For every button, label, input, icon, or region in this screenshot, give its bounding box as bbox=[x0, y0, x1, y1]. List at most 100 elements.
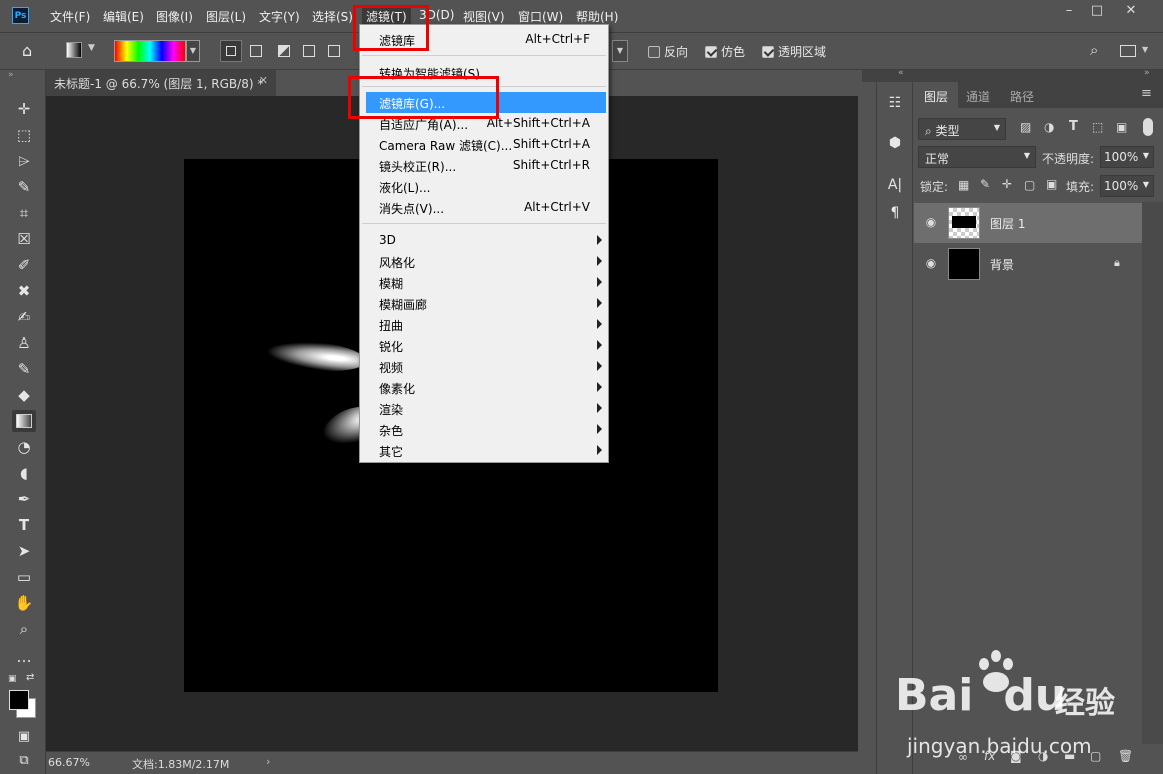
menu-image[interactable]: 图像(I) bbox=[156, 8, 193, 25]
history-panel-icon[interactable]: ☷ bbox=[885, 92, 905, 114]
angle-gradient-button[interactable] bbox=[278, 45, 290, 57]
submenu-video[interactable]: 视频 bbox=[360, 356, 608, 377]
menu-select[interactable]: 选择(S) bbox=[312, 8, 353, 25]
eraser-tool-icon[interactable]: ◆ bbox=[12, 384, 36, 406]
radial-gradient-button[interactable] bbox=[250, 45, 262, 57]
type-tool-icon[interactable]: T bbox=[12, 514, 36, 536]
layer-filter-dropdown[interactable]: ⌕ 类型 ▼ bbox=[918, 118, 1006, 140]
lock-position-icon[interactable]: ✛ bbox=[1002, 177, 1012, 191]
submenu-sharpen[interactable]: 锐化 bbox=[360, 335, 608, 356]
submenu-3d[interactable]: 3D bbox=[360, 230, 608, 251]
eyedropper-tool-icon[interactable]: ✐ bbox=[12, 254, 36, 276]
panel-menu-icon[interactable]: ≡ bbox=[1141, 86, 1152, 101]
tab-channels[interactable]: 通道 bbox=[966, 88, 990, 105]
restore-icon[interactable]: □ bbox=[1084, 4, 1110, 20]
collapse-dock-icon[interactable]: » bbox=[1144, 68, 1150, 78]
filter-shape-icon[interactable]: ⬚ bbox=[1092, 120, 1103, 134]
document-tab[interactable]: 未标题-1 @ 66.7% (图层 1, RGB/8) * ✕ bbox=[46, 70, 276, 96]
layer-name[interactable]: 图层 1 bbox=[990, 215, 1025, 232]
pen-tool-icon[interactable]: ✒ bbox=[12, 488, 36, 510]
close-icon[interactable]: ✕ bbox=[1118, 4, 1144, 20]
workspace-icon[interactable] bbox=[1120, 45, 1136, 57]
dither-option[interactable]: 仿色 bbox=[705, 43, 745, 60]
mode-dropdown-icon[interactable]: ▼ bbox=[612, 40, 628, 62]
marquee-tool-icon[interactable]: ⬚ bbox=[12, 124, 36, 146]
blur-tool-icon[interactable]: ◔ bbox=[12, 436, 36, 458]
vanishing-point[interactable]: 消失点(V)... Alt+Ctrl+V bbox=[360, 197, 608, 218]
diamond-gradient-button[interactable] bbox=[328, 45, 340, 57]
submenu-pixelate[interactable]: 像素化 bbox=[360, 377, 608, 398]
tab-layers[interactable]: 图层 bbox=[924, 88, 948, 105]
screen-mode-icon[interactable]: ⧉ bbox=[12, 750, 36, 772]
submenu-blur[interactable]: 模糊 bbox=[360, 272, 608, 293]
quick-selection-tool-icon[interactable]: ✎ bbox=[12, 176, 36, 198]
submenu-other[interactable]: 其它 bbox=[360, 440, 608, 461]
menu-help[interactable]: 帮助(H) bbox=[576, 8, 618, 25]
menu-file[interactable]: 文件(F) bbox=[50, 8, 90, 25]
submenu-noise[interactable]: 杂色 bbox=[360, 419, 608, 440]
dodge-tool-icon[interactable]: ◖ bbox=[12, 462, 36, 484]
lock-transparent-icon[interactable]: ▦ bbox=[958, 178, 969, 192]
status-menu-arrow-icon[interactable]: › bbox=[266, 755, 270, 768]
dither-checkbox[interactable] bbox=[705, 45, 717, 58]
opacity-field[interactable]: 100% ▼ bbox=[1100, 146, 1154, 168]
clone-stamp-tool-icon[interactable]: ♙ bbox=[12, 332, 36, 354]
zoom-level[interactable]: 66.67% bbox=[48, 756, 90, 769]
healing-brush-tool-icon[interactable]: ✖ bbox=[12, 280, 36, 302]
move-tool-icon[interactable]: ✛ bbox=[12, 98, 36, 120]
3d-panel-icon[interactable]: ⬢ bbox=[885, 132, 905, 154]
filter-type-icon[interactable]: T bbox=[1069, 119, 1078, 134]
hand-tool-icon[interactable]: ✋ bbox=[12, 592, 36, 614]
fill-field[interactable]: 100% ▼ bbox=[1100, 175, 1154, 197]
paragraph-panel-icon[interactable]: ¶ bbox=[885, 202, 905, 224]
home-icon[interactable]: ⌂ bbox=[22, 41, 32, 60]
character-panel-icon[interactable]: A| bbox=[885, 174, 905, 196]
reflected-gradient-button[interactable] bbox=[303, 45, 315, 57]
menu-edit[interactable]: 编辑(E) bbox=[103, 8, 144, 25]
collapse-arrows-icon[interactable]: » bbox=[8, 70, 14, 80]
transparency-checkbox[interactable] bbox=[762, 45, 774, 58]
filter-toggle[interactable] bbox=[1143, 118, 1153, 136]
submenu-blur-gallery[interactable]: 模糊画廊 bbox=[360, 293, 608, 314]
layer-row-1[interactable]: ◉ 图层 1 bbox=[914, 203, 1142, 243]
filter-adjustment-icon[interactable]: ◑ bbox=[1044, 120, 1054, 134]
tab-paths[interactable]: 路径 bbox=[1010, 88, 1034, 105]
lens-correction[interactable]: 镜头校正(R)... Shift+Ctrl+R bbox=[360, 155, 608, 176]
filter-smart-object-icon[interactable]: ▣ bbox=[1116, 120, 1127, 134]
history-brush-tool-icon[interactable]: ✎ bbox=[12, 358, 36, 380]
menu-layer[interactable]: 图层(L) bbox=[206, 8, 246, 25]
lock-image-icon[interactable]: ✎ bbox=[980, 177, 990, 191]
lasso-tool-icon[interactable]: ⌲ bbox=[12, 150, 36, 172]
blend-mode-dropdown[interactable]: 正常 ▼ bbox=[918, 146, 1036, 168]
brush-tool-icon[interactable]: ✍ bbox=[12, 306, 36, 328]
path-selection-tool-icon[interactable]: ➤ bbox=[12, 540, 36, 562]
eye-icon[interactable]: ◉ bbox=[924, 256, 938, 270]
swap-colors-icon[interactable]: ⇄ bbox=[26, 672, 34, 683]
close-document-icon[interactable]: ✕ bbox=[259, 74, 268, 87]
submenu-stylize[interactable]: 风格化 bbox=[360, 251, 608, 272]
collapse-panel-icon[interactable]: « bbox=[898, 68, 904, 78]
filter-pixel-icon[interactable]: ▨ bbox=[1020, 120, 1031, 134]
frame-tool-icon[interactable]: ☒ bbox=[12, 228, 36, 250]
gradient-picker[interactable] bbox=[114, 40, 186, 62]
menu-view[interactable]: 视图(V) bbox=[463, 8, 505, 25]
layer-row-background[interactable]: ◉ 背景 🔒︎ bbox=[914, 244, 1142, 284]
crop-tool-icon[interactable]: ⌗ bbox=[12, 202, 36, 224]
layer-name[interactable]: 背景 bbox=[990, 256, 1014, 273]
reverse-option[interactable]: 反向 bbox=[648, 43, 688, 60]
camera-raw-filter[interactable]: Camera Raw 滤镜(C)... Shift+Ctrl+A bbox=[360, 134, 608, 155]
submenu-render[interactable]: 渲染 bbox=[360, 398, 608, 419]
search-icon[interactable]: ⌕ bbox=[1090, 41, 1098, 59]
quick-mask-icon[interactable]: ▣ bbox=[12, 726, 36, 748]
workspace-chevron-icon[interactable]: ▼ bbox=[1142, 45, 1148, 54]
linear-gradient-button[interactable] bbox=[220, 40, 242, 62]
lock-artboard-icon[interactable]: ▢ bbox=[1024, 178, 1035, 192]
zoom-tool-icon[interactable]: ⌕ bbox=[12, 618, 36, 640]
minimize-icon[interactable]: – bbox=[1056, 4, 1082, 20]
foreground-color-swatch[interactable] bbox=[9, 690, 29, 710]
gradient-tool-icon[interactable] bbox=[12, 410, 36, 432]
gradient-dropdown-icon[interactable]: ▼ bbox=[186, 40, 200, 62]
default-colors-icon[interactable]: ▣ bbox=[8, 674, 17, 684]
more-tools-icon[interactable]: … bbox=[12, 646, 36, 668]
lock-all-icon[interactable]: ▣ bbox=[1046, 177, 1057, 191]
